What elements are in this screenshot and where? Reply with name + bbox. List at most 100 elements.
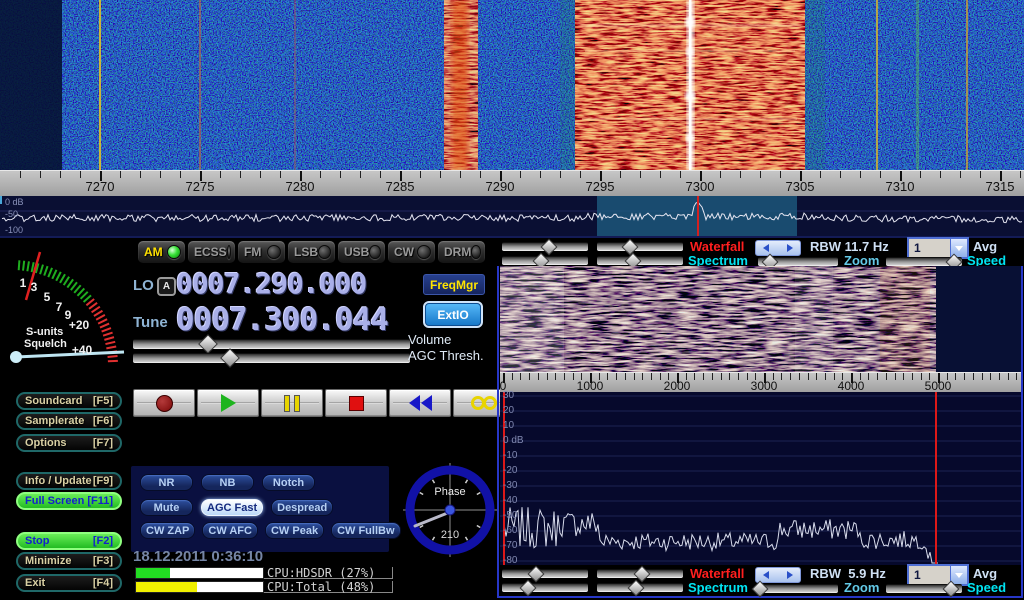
menu-button[interactable]: Minimize [F3]: [16, 552, 122, 570]
menu-button-key: [F6]: [93, 415, 113, 427]
af-waterfall-display[interactable]: [500, 266, 1021, 372]
volume-slider[interactable]: [133, 339, 410, 349]
rf-waterfall-brightness-slider[interactable]: [502, 242, 588, 251]
dsp-button-label: CW Peak: [271, 525, 318, 537]
freqmgr-button[interactable]: FreqMgr: [423, 274, 485, 295]
slider-thumb[interactable]: [541, 238, 558, 255]
agc-threshold-slider[interactable]: [133, 353, 410, 363]
slider-thumb[interactable]: [621, 238, 638, 255]
mode-button[interactable]: CW: [387, 240, 436, 264]
menu-button[interactable]: Stop [F2]: [16, 532, 122, 550]
af-rbw-label: RBW 5.9 Hz: [810, 566, 886, 581]
af-spectrum-plot: [500, 392, 1021, 565]
af-spectrum-label[interactable]: Spectrum: [688, 580, 748, 595]
tune-frequency-display[interactable]: 0007.300.044: [176, 302, 388, 338]
s-meter[interactable]: 13579+20+40 S-units Squelch: [0, 238, 130, 378]
af-waterfall-contrast-slider[interactable]: [597, 569, 683, 578]
mode-button[interactable]: AM: [137, 240, 186, 264]
hdsdr-window: 7270727572807285729072957300730573107315…: [0, 0, 1024, 600]
mode-button[interactable]: USB: [337, 240, 386, 264]
af-rbw-spinner[interactable]: [755, 567, 801, 583]
stop-button[interactable]: [325, 389, 387, 417]
dsp-button[interactable]: Mute: [140, 499, 193, 516]
dsp-button-label: NR: [159, 477, 175, 489]
menu-button-label: Full Screen: [25, 495, 84, 507]
extio-button[interactable]: ExtIO: [425, 303, 481, 326]
rf-spectrum-ref-slider[interactable]: [502, 256, 588, 265]
af-spectrum-display[interactable]: 3020100 dB-10-20-30-40-50-60-70-80: [500, 392, 1021, 565]
slider-thumb[interactable]: [519, 579, 536, 596]
menu-button[interactable]: Options [F7]: [16, 434, 122, 452]
rf-speed-slider[interactable]: [886, 257, 962, 266]
mode-button-label: CW: [394, 245, 414, 259]
rf-rbw-spinner[interactable]: [755, 240, 801, 256]
divider-line: [0, 236, 1024, 238]
menu-button[interactable]: Info / Update [F9]: [16, 472, 122, 490]
spinner-right-arrow-icon[interactable]: [787, 244, 793, 252]
menu-button[interactable]: Samplerate [F6]: [16, 412, 122, 430]
af-speed-slider[interactable]: [886, 584, 962, 593]
dsp-button[interactable]: Despread: [271, 499, 333, 516]
dsp-button[interactable]: CW FullBw: [331, 522, 400, 539]
db-label: -10: [503, 450, 517, 461]
mode-button[interactable]: DRM: [437, 240, 486, 264]
pause-button[interactable]: [261, 389, 323, 417]
mode-led-icon: [167, 245, 181, 259]
af-spectrum-range-slider[interactable]: [597, 583, 683, 592]
af-waterfall-brightness-slider[interactable]: [502, 569, 588, 578]
dsp-button[interactable]: Notch: [262, 474, 315, 491]
s-meter-scale-label: +40: [72, 343, 92, 357]
rf-zoom-slider[interactable]: [758, 257, 838, 266]
menu-button-key: [F5]: [93, 395, 113, 407]
dsp-button[interactable]: NR: [140, 474, 193, 491]
dsp-button[interactable]: CW AFC: [202, 522, 258, 539]
menu-button[interactable]: Soundcard [F5]: [16, 392, 122, 410]
rf-waterfall-label[interactable]: Waterfall: [690, 239, 744, 254]
play-button[interactable]: [197, 389, 259, 417]
spinner-left-arrow-icon[interactable]: [763, 244, 769, 252]
menu-button[interactable]: Full Screen [F11]: [16, 492, 122, 510]
dsp-button[interactable]: NB: [201, 474, 254, 491]
rewind-button[interactable]: [389, 389, 451, 417]
slider-thumb[interactable]: [528, 565, 545, 582]
rf-spectrum-range-slider[interactable]: [597, 256, 683, 265]
rf-spectrum-display[interactable]: 0 dB-50-100: [0, 196, 1024, 236]
af-avg-dropdown[interactable]: 1: [907, 564, 969, 586]
af-waterfall-label[interactable]: Waterfall: [690, 566, 744, 581]
af-spectrum-ref-slider[interactable]: [502, 583, 588, 592]
dsp-button[interactable]: CW ZAP: [140, 522, 195, 539]
menu-button-label: Minimize: [25, 555, 71, 567]
rf-waterfall-display[interactable]: [0, 0, 1024, 170]
af-speed-label: Speed: [967, 580, 1006, 595]
db-label: -20: [503, 465, 517, 476]
af-frequency-scale[interactable]: 010002000300040005000: [500, 372, 1021, 394]
left-menu: Soundcard [F5] Samplerate [F6] Options […: [16, 392, 122, 592]
lo-auto-button[interactable]: A: [157, 277, 176, 296]
rf-waterfall-contrast-slider[interactable]: [597, 242, 683, 251]
media-icon: [471, 396, 497, 410]
mode-button[interactable]: ECSS: [187, 240, 236, 264]
dsp-button[interactable]: CW Peak: [265, 522, 324, 539]
mode-button[interactable]: LSB: [287, 240, 336, 264]
db-label: -100: [5, 225, 23, 235]
record-button[interactable]: [133, 389, 195, 417]
db-label: 10: [503, 420, 514, 431]
menu-button[interactable]: Exit [F4]: [16, 574, 122, 592]
menu-button-key: [F4]: [93, 577, 113, 589]
lo-frequency-display[interactable]: 0007.290.000: [176, 267, 366, 300]
af-frequency-tick-label: 5000: [925, 379, 952, 393]
spinner-right-arrow-icon[interactable]: [787, 571, 793, 579]
frequency-tick-label: 7315: [986, 179, 1015, 194]
spinner-left-arrow-icon[interactable]: [763, 571, 769, 579]
dsp-button-label: CW AFC: [208, 525, 252, 537]
af-zoom-slider[interactable]: [758, 584, 838, 593]
slider-thumb[interactable]: [220, 348, 240, 368]
db-label: -50: [503, 510, 517, 521]
mode-led-icon: [471, 245, 481, 259]
dsp-button-label: CW ZAP: [146, 525, 189, 537]
rf-avg-dropdown[interactable]: 1: [907, 237, 969, 259]
dsp-button[interactable]: AGC Fast: [201, 499, 263, 516]
mode-button[interactable]: FM: [237, 240, 286, 264]
mode-button-label: DRM: [444, 245, 471, 259]
main-frequency-scale[interactable]: 7270727572807285729072957300730573107315: [0, 170, 1024, 198]
